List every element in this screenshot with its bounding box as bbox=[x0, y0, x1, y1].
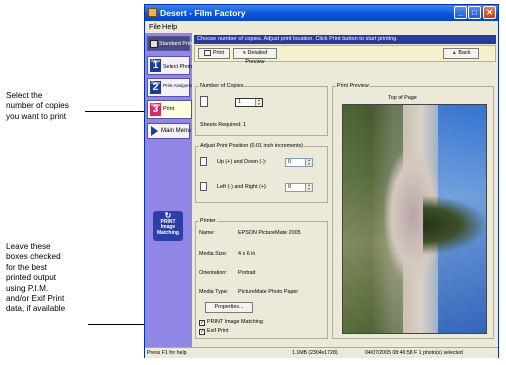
print-button[interactable]: Print bbox=[198, 48, 230, 59]
leftright-icon bbox=[200, 182, 207, 191]
sidebar-item-print-assignment[interactable]: Step 2 Print Assignment bbox=[147, 78, 197, 97]
annotation-line: Leave these bbox=[6, 242, 51, 251]
annotation-line: and/or Exif Print bbox=[6, 294, 65, 304]
media-size-key: Media Size: bbox=[199, 251, 228, 257]
updown-icon bbox=[200, 157, 207, 166]
pim-checkbox[interactable]: ✓ bbox=[199, 320, 205, 326]
copies-group: Number of Copies 1 ▲ ▼ Sheets Required: 1 bbox=[195, 83, 328, 136]
position-legend: Adjust Print Position (0.01 inch increme… bbox=[199, 143, 305, 150]
media-type-key: Media Type: bbox=[199, 289, 229, 295]
copies-legend: Number of Copies bbox=[199, 83, 245, 90]
status-help: Press F1 for help bbox=[147, 350, 187, 356]
copies-stepper[interactable]: 1 ▲ ▼ bbox=[235, 98, 263, 107]
exif-checkbox[interactable]: ✓ bbox=[199, 329, 205, 335]
instruction-bar: Choose number of copies. Adjust print lo… bbox=[194, 35, 496, 44]
updown-stepper[interactable]: 0 ▲ ▼ bbox=[285, 158, 313, 167]
spin-arrows-icon[interactable]: ▲ ▼ bbox=[305, 183, 312, 191]
main-content: Choose number of copies. Adjust print lo… bbox=[192, 33, 498, 347]
media-size-value: 4 x 6 in bbox=[238, 251, 256, 257]
close-button[interactable]: ✕ bbox=[483, 6, 496, 19]
annotation-line: boxes checked bbox=[6, 252, 61, 262]
position-group: Adjust Print Position (0.01 inch increme… bbox=[195, 143, 328, 203]
sidebar-item-label: Print bbox=[163, 106, 175, 112]
status-info: 04/07/2005 08:46:58 F 1 photo(s) selecte… bbox=[365, 350, 463, 356]
annotation-line: printed output bbox=[6, 273, 57, 283]
sidebar-item-standard-prints[interactable]: Standard Prints bbox=[147, 36, 196, 51]
main-menu-button[interactable]: Main Menu bbox=[147, 123, 191, 139]
media-type-value: PictureMate Photo Paper bbox=[238, 289, 299, 295]
printer-legend: Printer bbox=[199, 218, 217, 225]
photo-preview bbox=[342, 104, 487, 334]
properties-button[interactable]: Properties... bbox=[205, 302, 253, 313]
sidebar-item-label: Main Menu bbox=[161, 128, 191, 134]
menu-bar: File Help bbox=[145, 21, 498, 32]
minimize-button[interactable]: _ bbox=[454, 6, 467, 19]
app-icon bbox=[148, 8, 157, 17]
printer-group: Printer Name: EPSON PictureMate 2005 Med… bbox=[195, 218, 328, 339]
arrow-icon bbox=[151, 126, 158, 136]
printer-icon bbox=[150, 40, 158, 48]
updown-label: Up (+) and Down (-): bbox=[217, 159, 267, 165]
sidebar: Standard Prints Step 1 Select Photos Step… bbox=[145, 33, 197, 347]
step-badge: Step 2 bbox=[150, 80, 161, 94]
annotation-line: Select the bbox=[6, 91, 43, 100]
annotation-line: for the best bbox=[6, 262, 47, 272]
menu-help[interactable]: Help bbox=[162, 22, 177, 31]
back-button[interactable]: ▲ Back bbox=[443, 48, 479, 59]
spin-arrows-icon[interactable]: ▲ ▼ bbox=[255, 98, 262, 106]
exif-label: Exif Print bbox=[207, 328, 229, 334]
toolbar: Print ● Detailed Preview ▲ Back bbox=[194, 45, 496, 65]
annotation-line: number of copies bbox=[6, 101, 69, 111]
sidebar-item-label: Standard Prints bbox=[159, 41, 197, 47]
copies-value: 1 bbox=[238, 99, 241, 105]
detailed-preview-button[interactable]: ● Detailed Preview bbox=[233, 48, 277, 65]
sidebar-item-print[interactable]: Step 3 Print bbox=[147, 100, 192, 119]
step-badge: Step 3 bbox=[150, 102, 161, 116]
step-badge: Step 1 bbox=[150, 58, 161, 72]
printer-name-value: EPSON PictureMate 2005 bbox=[238, 230, 301, 236]
spin-arrows-icon[interactable]: ▲ ▼ bbox=[305, 158, 312, 166]
status-size: 1.1MB (2304x1728) bbox=[292, 350, 338, 356]
status-bar: Press F1 for help 1.1MB (2304x1728) 04/0… bbox=[145, 347, 498, 358]
preview-legend: Print Preview bbox=[336, 83, 370, 90]
orientation-value: Portrait bbox=[238, 270, 256, 276]
leftright-label: Left (-) and Right (+): bbox=[217, 184, 268, 190]
annotation-copies: Select the number of copies you want to … bbox=[6, 91, 69, 122]
updown-value: 0 bbox=[288, 159, 291, 165]
sidebar-item-select-photos[interactable]: Step 1 Select Photos bbox=[147, 56, 196, 75]
magnifier-icon: ● bbox=[242, 50, 246, 56]
title-bar[interactable]: Desert - Film Factory _ □ ✕ bbox=[145, 5, 498, 21]
leftright-value: 0 bbox=[288, 184, 291, 190]
sheets-required: Sheets Required: 1 bbox=[200, 122, 247, 128]
pim-label: PRINT Image Matching bbox=[207, 319, 263, 325]
orientation-key: Orientation: bbox=[199, 270, 227, 276]
printer-name-key: Name: bbox=[199, 230, 215, 236]
window-title: Desert - Film Factory bbox=[160, 8, 246, 18]
annotation-checkboxes: Leave these boxes checked for the best p… bbox=[6, 242, 65, 315]
annotation-line: using P.I.M. bbox=[6, 283, 49, 293]
annotation-line: you want to print bbox=[6, 111, 67, 121]
top-of-page-label: Top of Page bbox=[388, 95, 417, 101]
leftright-stepper[interactable]: 0 ▲ ▼ bbox=[285, 183, 313, 192]
back-arrow-icon: ▲ bbox=[451, 50, 457, 56]
printer-icon bbox=[203, 49, 211, 56]
maximize-button[interactable]: □ bbox=[468, 6, 481, 19]
document-icon bbox=[200, 96, 208, 107]
app-window: Desert - Film Factory _ □ ✕ File Help St… bbox=[144, 4, 499, 358]
menu-file[interactable]: File bbox=[149, 22, 161, 31]
annotation-line: data, if available bbox=[6, 304, 66, 314]
print-image-matching-logo: ↻ PRINT Image Matching bbox=[153, 211, 183, 241]
preview-group: Print Preview Top of Page bbox=[332, 83, 494, 339]
